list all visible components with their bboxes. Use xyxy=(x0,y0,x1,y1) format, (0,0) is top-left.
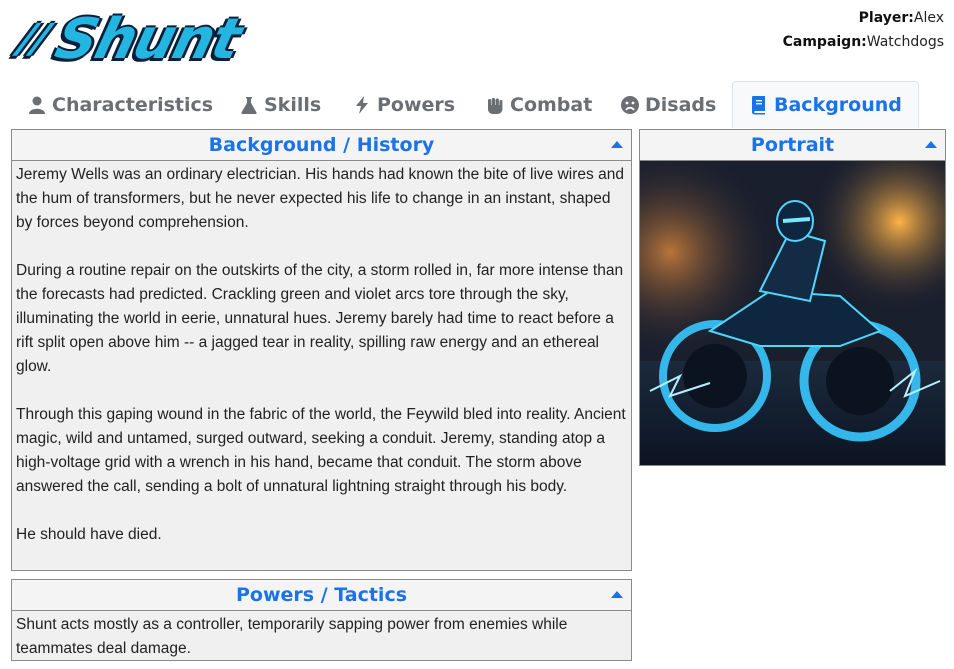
tab-characteristics[interactable]: Characteristics xyxy=(27,81,213,128)
player-row: Player:Alex xyxy=(783,6,944,30)
tab-label: Disads xyxy=(645,93,717,116)
panel-header: Portrait xyxy=(640,130,945,161)
campaign-value: Watchdogs xyxy=(866,34,944,50)
campaign-row: Campaign:Watchdogs xyxy=(783,30,944,54)
panel-header: Powers / Tactics xyxy=(12,580,631,611)
panel-title: Background / History xyxy=(208,134,435,156)
tab-label: Skills xyxy=(264,93,322,116)
player-label: Player: xyxy=(858,10,914,26)
book-icon xyxy=(752,96,765,115)
tab-bar: Characteristics Skills Powers Combat Dis… xyxy=(13,81,943,128)
tab-powers[interactable]: Powers xyxy=(352,81,455,128)
background-history-panel: Background / History Jeremy Wells was an… xyxy=(11,129,632,571)
player-value: Alex xyxy=(913,10,944,26)
portrait-image xyxy=(640,161,945,465)
tab-label: Combat xyxy=(510,93,593,116)
logo-name: Shunt xyxy=(49,7,248,72)
bolt-icon xyxy=(356,95,368,114)
sad-face-icon xyxy=(621,95,639,114)
campaign-label: Campaign: xyxy=(782,34,867,50)
person-icon xyxy=(29,96,45,114)
tab-label: Background xyxy=(774,94,902,116)
background-text: Jeremy Wells was an ordinary electrician… xyxy=(12,161,631,547)
flask-icon xyxy=(241,96,257,114)
tab-background[interactable]: Background xyxy=(732,81,919,128)
paragraph: He should have died. xyxy=(16,526,162,543)
powers-tactics-panel: Powers / Tactics Shunt acts mostly as a … xyxy=(11,579,632,661)
collapse-caret-icon[interactable] xyxy=(925,141,937,148)
logo-prefix: // xyxy=(14,16,54,62)
panel-title: Powers / Tactics xyxy=(235,584,408,606)
tab-skills[interactable]: Skills xyxy=(239,81,321,128)
collapse-caret-icon[interactable] xyxy=(611,141,623,148)
paragraph: Shunt acts mostly as a controller, tempo… xyxy=(16,616,568,657)
character-meta: Player:Alex Campaign:Watchdogs xyxy=(783,6,944,54)
tab-label: Powers xyxy=(377,93,456,116)
tactics-text: Shunt acts mostly as a controller, tempo… xyxy=(12,611,631,660)
app-logo: //Shunt xyxy=(14,4,272,74)
panel-title: Portrait xyxy=(750,134,835,156)
panel-header: Background / History xyxy=(12,130,631,161)
tab-combat[interactable]: Combat xyxy=(485,81,592,128)
logo-text: //Shunt xyxy=(11,4,248,75)
paragraph: Through this gaping wound in the fabric … xyxy=(16,406,626,495)
paragraph: During a routine repair on the outskirts… xyxy=(16,262,624,375)
tab-disads[interactable]: Disads xyxy=(620,81,716,128)
portrait-panel: Portrait xyxy=(639,129,946,466)
tab-label: Characteristics xyxy=(52,93,214,116)
fist-icon xyxy=(488,97,503,114)
paragraph: Jeremy Wells was an ordinary electrician… xyxy=(16,166,624,231)
collapse-caret-icon[interactable] xyxy=(611,591,623,598)
